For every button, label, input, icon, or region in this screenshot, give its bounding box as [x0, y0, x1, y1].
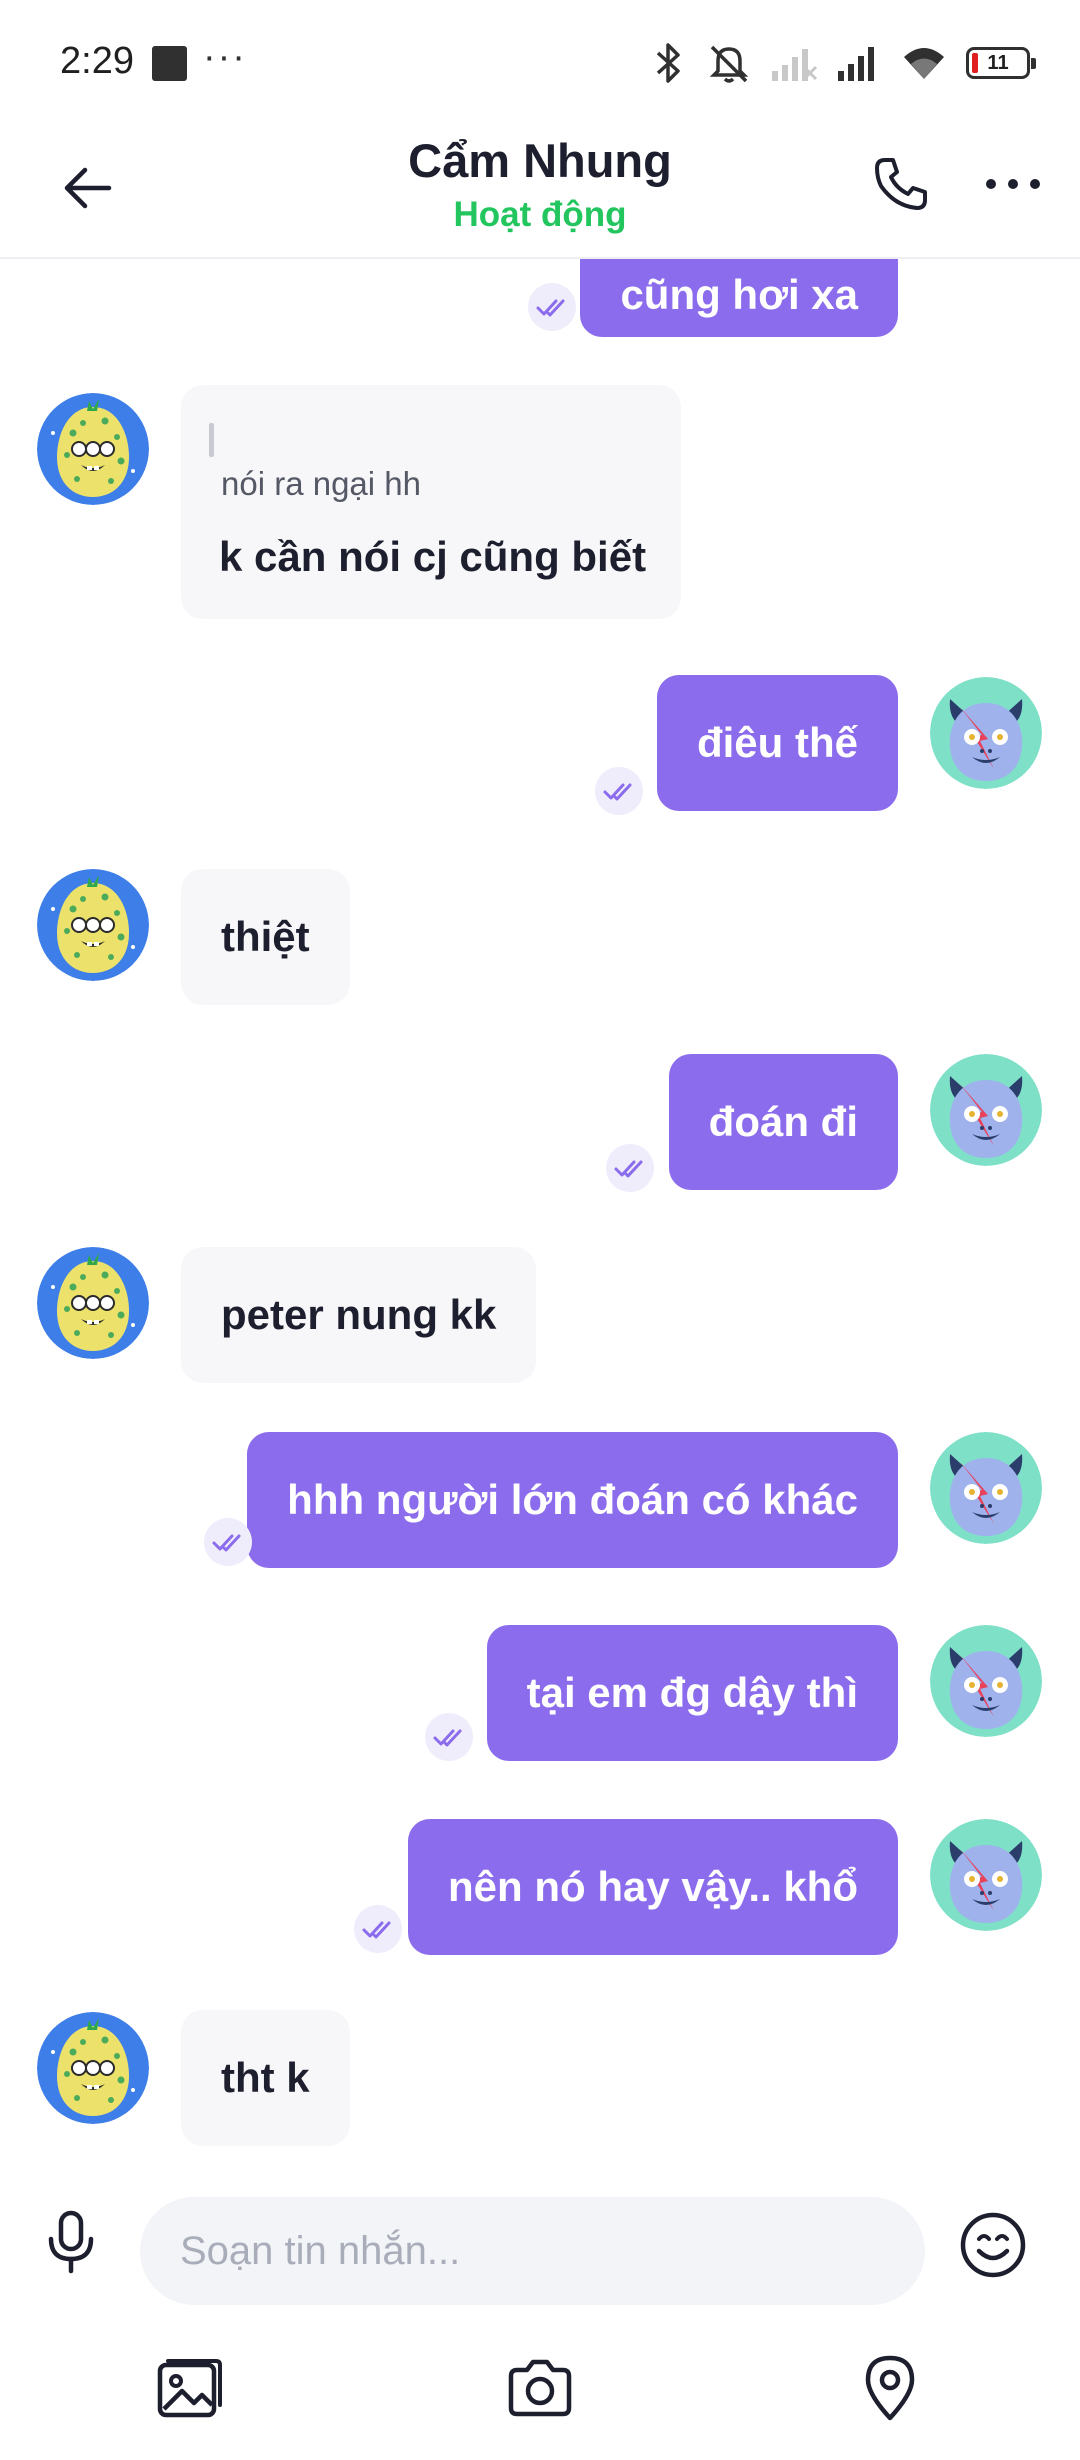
message-bubble-incoming[interactable]: peter nung kk: [181, 1247, 537, 1383]
message-text: thiệt: [221, 913, 310, 960]
message-bubble-outgoing[interactable]: nên nó hay vậy.. khổ: [408, 1819, 898, 1955]
message-text: đoán đi: [708, 1098, 858, 1145]
my-avatar[interactable]: [930, 1625, 1042, 1737]
status-icons: 11: [648, 38, 1036, 88]
status-more-dots: ···: [203, 36, 247, 78]
image-icon: [157, 2359, 222, 2418]
camera-icon: [508, 2359, 572, 2417]
battery-icon: 11: [966, 47, 1036, 79]
message-row-incoming: tht k: [0, 2010, 1080, 2152]
my-avatar[interactable]: [930, 1819, 1042, 1931]
voice-message-button[interactable]: [36, 2207, 106, 2277]
my-avatar[interactable]: [930, 1054, 1042, 1166]
message-text: k cần nói cj cũng biết: [219, 533, 647, 580]
double-check-icon: [606, 1144, 654, 1192]
double-check-icon: [595, 767, 643, 815]
message-composer: [0, 2177, 1080, 2312]
double-check-icon: [425, 1713, 473, 1761]
call-button[interactable]: [866, 149, 936, 219]
seen-indicator: [354, 1905, 402, 1953]
smiley-icon: [960, 2212, 1026, 2278]
seen-indicator: [528, 283, 576, 331]
microphone-icon: [48, 2210, 94, 2274]
contact-avatar[interactable]: [37, 869, 149, 981]
seen-indicator: [425, 1713, 473, 1761]
reply-quote-bar: [209, 423, 214, 457]
bluetooth-icon: [656, 43, 680, 83]
more-options-button[interactable]: [978, 149, 1048, 219]
message-text: nên nó hay vậy.. khổ: [448, 1863, 858, 1910]
double-check-icon: [204, 1518, 252, 1566]
message-bubble-outgoing[interactable]: đoán đi: [668, 1054, 898, 1190]
location-button[interactable]: [852, 2350, 928, 2426]
attachment-toolbar: [0, 2312, 1080, 2460]
chat-header: Cẩm Nhung Hoạt động: [0, 125, 1080, 259]
message-text: cũng hơi xa: [620, 271, 858, 318]
contact-avatar[interactable]: [37, 2012, 149, 2124]
message-row-outgoing: nên nó hay vậy.. khổ: [0, 1819, 1080, 1969]
double-check-icon: [528, 283, 576, 331]
message-bubble-incoming[interactable]: thiệt: [181, 869, 350, 1005]
status-time: 2:29: [60, 40, 134, 82]
phone-icon: [875, 158, 927, 210]
my-avatar[interactable]: [930, 1432, 1042, 1544]
message-row-outgoing: điêu thế: [0, 675, 1080, 825]
screen-record-icon: [152, 46, 187, 81]
message-row-incoming: thiệt: [0, 869, 1080, 1009]
status-bar: 2:29 ··· 11: [0, 0, 1080, 125]
message-bubble-incoming[interactable]: nói ra ngại hh k cần nói cj cũng biết: [181, 385, 681, 619]
seen-indicator: [204, 1518, 252, 1566]
my-avatar[interactable]: [930, 677, 1042, 789]
seen-indicator: [606, 1144, 654, 1192]
more-horizontal-icon: [986, 179, 1040, 189]
message-bubble-outgoing[interactable]: tại em đg dậy thì: [486, 1625, 898, 1761]
seen-indicator: [595, 767, 643, 815]
message-text: điêu thế: [696, 719, 858, 766]
message-text: tại em đg dậy thì: [526, 1669, 858, 1716]
message-text: hhh người lớn đoán có khác: [287, 1476, 858, 1523]
message-list[interactable]: cũng hơi xa nói ra ngại hh k cần nói cj …: [0, 257, 1080, 2177]
bell-muted-icon: [709, 45, 749, 83]
message-text: tht k: [221, 2054, 310, 2101]
reply-quote-text: nói ra ngại hh: [221, 465, 421, 502]
emoji-button[interactable]: [955, 2207, 1031, 2283]
message-row-outgoing: đoán đi: [0, 1054, 1080, 1204]
message-bubble-incoming[interactable]: tht k: [181, 2010, 350, 2146]
message-row-outgoing: cũng hơi xa: [0, 257, 1080, 347]
message-input[interactable]: [140, 2197, 925, 2305]
camera-button[interactable]: [502, 2350, 578, 2426]
signal-icon: [838, 47, 874, 81]
contact-avatar[interactable]: [37, 393, 149, 505]
message-row-incoming: nói ra ngại hh k cần nói cj cũng biết: [0, 385, 1080, 631]
wifi-icon: [904, 48, 944, 79]
double-check-icon: [354, 1905, 402, 1953]
message-bubble-outgoing[interactable]: điêu thế: [656, 675, 898, 811]
map-pin-icon: [865, 2355, 915, 2421]
message-bubble-outgoing[interactable]: cũng hơi xa: [580, 257, 898, 337]
contact-avatar[interactable]: [37, 1247, 149, 1359]
signal-weak-icon: [772, 49, 818, 81]
gallery-button[interactable]: [152, 2350, 228, 2426]
battery-level: 11: [987, 51, 1009, 74]
message-bubble-outgoing[interactable]: hhh người lớn đoán có khác: [247, 1432, 898, 1568]
message-text: peter nung kk: [221, 1291, 497, 1338]
message-row-outgoing: tại em đg dậy thì: [0, 1625, 1080, 1775]
message-row-incoming: peter nung kk: [0, 1247, 1080, 1387]
message-row-outgoing: hhh người lớn đoán có khác: [0, 1432, 1080, 1582]
